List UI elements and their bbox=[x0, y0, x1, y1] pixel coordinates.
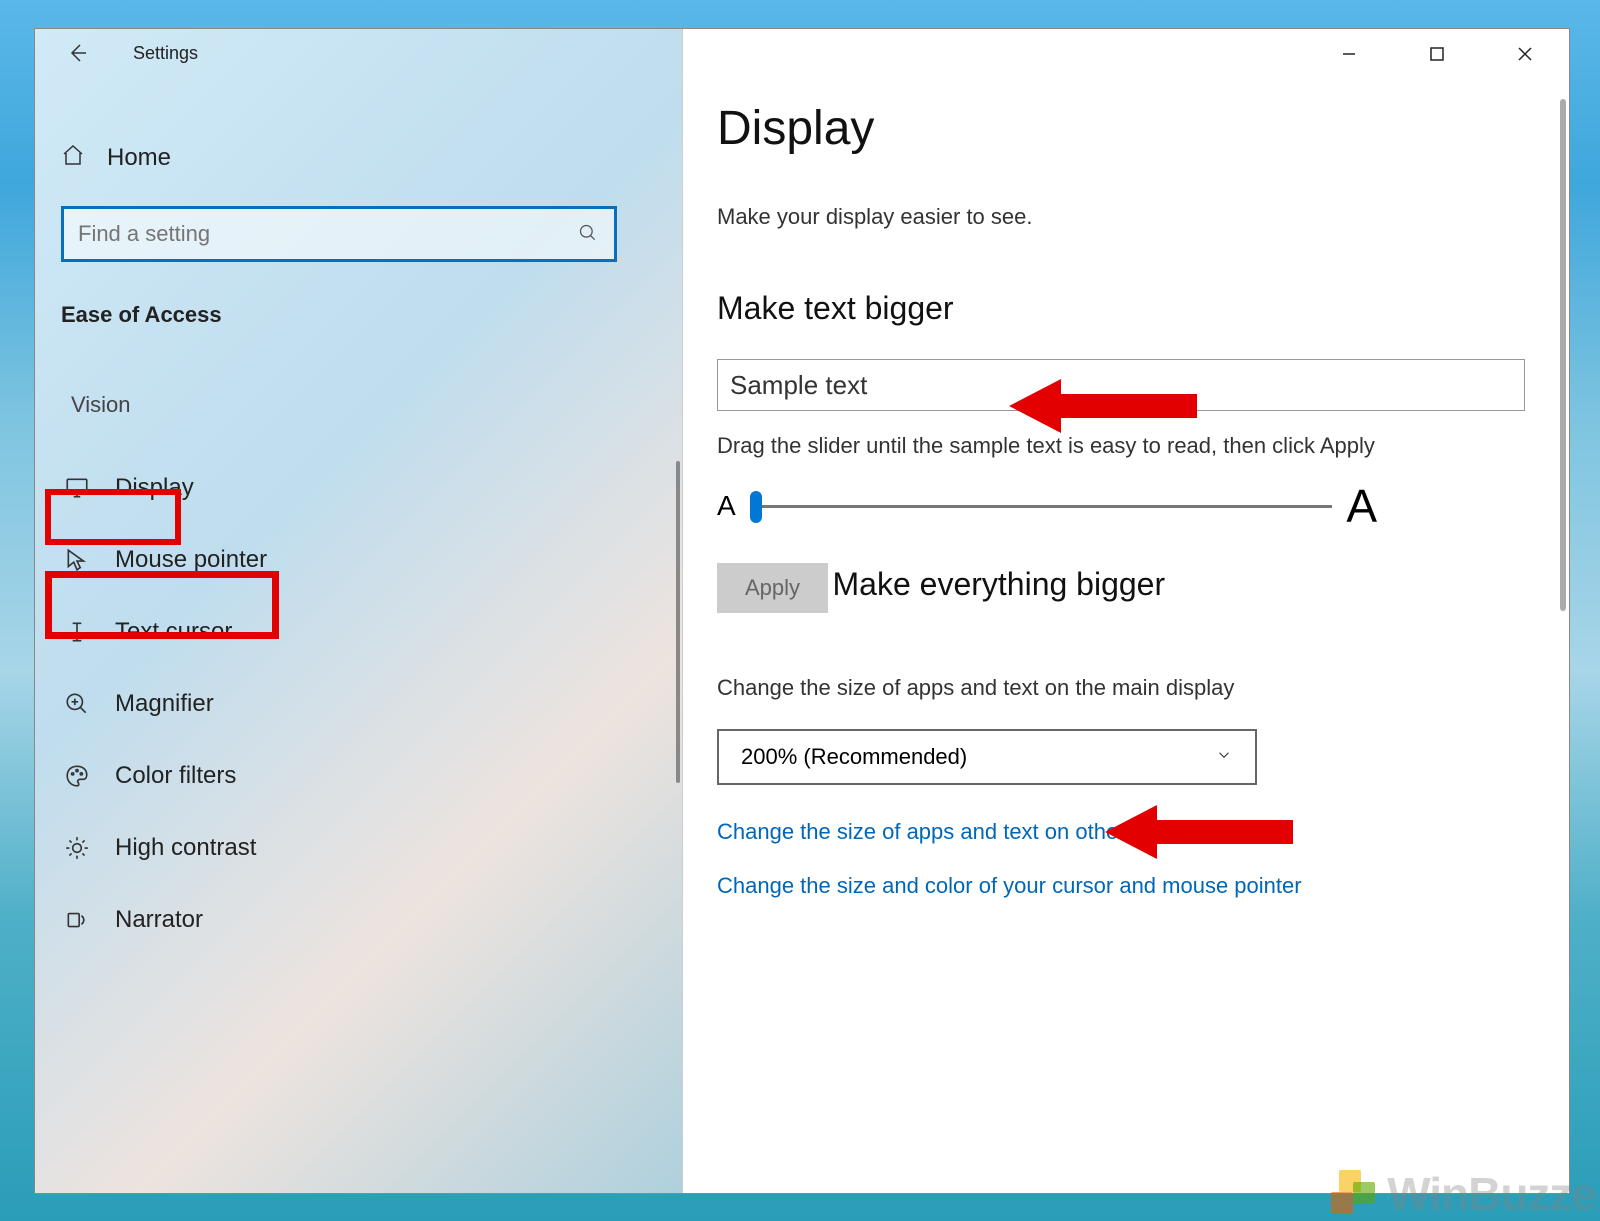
main-scrollbar[interactable] bbox=[1560, 99, 1566, 611]
scale-description: Change the size of apps and text on the … bbox=[717, 675, 1569, 701]
sample-text-preview: Sample text bbox=[717, 359, 1525, 411]
search-icon bbox=[578, 223, 600, 245]
sidebar-item-text-cursor[interactable]: Text cursor bbox=[35, 596, 682, 668]
slider-label-big-a: A bbox=[1346, 479, 1377, 533]
sidebar-item-high-contrast[interactable]: High contrast bbox=[35, 812, 682, 884]
page-title: Display bbox=[717, 101, 1569, 156]
narrator-icon bbox=[61, 907, 93, 933]
home-icon bbox=[61, 143, 87, 172]
text-size-slider[interactable] bbox=[750, 505, 1333, 508]
apply-button[interactable]: Apply bbox=[717, 563, 828, 613]
sidebar-item-magnifier[interactable]: Magnifier bbox=[35, 668, 682, 740]
display-scale-dropdown[interactable]: 200% (Recommended) bbox=[717, 729, 1257, 785]
link-cursor-pointer[interactable]: Change the size and color of your cursor… bbox=[717, 873, 1569, 899]
watermark: WinBuzze bbox=[1327, 1167, 1596, 1221]
sidebar-item-narrator[interactable]: Narrator bbox=[35, 884, 682, 956]
sidebar-item-label: Mouse pointer bbox=[115, 546, 267, 574]
slider-thumb[interactable] bbox=[750, 491, 762, 523]
link-other-displays[interactable]: Change the size of apps and text on othe… bbox=[717, 819, 1569, 845]
sidebar-item-label: High contrast bbox=[115, 834, 256, 862]
sidebar-item-label: Magnifier bbox=[115, 690, 214, 718]
monitor-icon bbox=[61, 475, 93, 501]
sidebar-section-title: Ease of Access bbox=[61, 302, 682, 328]
text-size-slider-row: A A bbox=[717, 479, 1377, 533]
search-input[interactable] bbox=[78, 221, 578, 247]
sidebar-item-mouse-pointer[interactable]: Mouse pointer bbox=[35, 524, 682, 596]
maximize-icon bbox=[1429, 46, 1445, 62]
close-icon bbox=[1517, 46, 1533, 62]
palette-icon bbox=[61, 763, 93, 789]
maximize-button[interactable] bbox=[1393, 29, 1481, 79]
magnifier-icon bbox=[61, 691, 93, 717]
watermark-text: WinBuzze bbox=[1387, 1167, 1596, 1221]
sidebar-scrollbar[interactable] bbox=[676, 461, 680, 783]
sidebar-item-label: Display bbox=[115, 474, 194, 502]
settings-window: Settings Home Ease of Access Vision Disp… bbox=[34, 28, 1570, 1194]
sidebar: Settings Home Ease of Access Vision Disp… bbox=[35, 29, 683, 1193]
main-panel: Display Make your display easier to see.… bbox=[683, 29, 1569, 1193]
slider-label-small-a: A bbox=[717, 490, 736, 522]
main-content: Display Make your display easier to see.… bbox=[683, 29, 1569, 899]
search-box[interactable] bbox=[61, 206, 617, 262]
text-cursor-icon bbox=[61, 619, 93, 645]
minimize-icon bbox=[1341, 46, 1357, 62]
dropdown-selected-value: 200% (Recommended) bbox=[741, 744, 967, 770]
sidebar-home-label: Home bbox=[107, 144, 171, 172]
brightness-icon bbox=[61, 835, 93, 861]
back-button[interactable] bbox=[61, 36, 95, 70]
sidebar-item-display[interactable]: Display bbox=[35, 452, 682, 524]
minimize-button[interactable] bbox=[1305, 29, 1393, 79]
sidebar-item-label: Narrator bbox=[115, 906, 203, 934]
sidebar-item-label: Text cursor bbox=[115, 618, 232, 646]
search-wrap bbox=[61, 206, 617, 262]
app-title: Settings bbox=[133, 43, 198, 64]
close-button[interactable] bbox=[1481, 29, 1569, 79]
arrow-left-icon bbox=[66, 41, 90, 65]
sidebar-item-label: Color filters bbox=[115, 762, 236, 790]
sidebar-nav-list: Display Mouse pointer Text cursor Magnif… bbox=[35, 452, 682, 956]
chevron-down-icon bbox=[1215, 744, 1233, 770]
section-make-text-bigger: Make text bigger bbox=[717, 290, 954, 327]
sidebar-home[interactable]: Home bbox=[35, 127, 682, 188]
titlebar-left: Settings bbox=[35, 29, 682, 77]
slider-hint: Drag the slider until the sample text is… bbox=[717, 433, 1569, 459]
window-controls bbox=[1305, 29, 1569, 79]
watermark-logo-icon bbox=[1327, 1170, 1379, 1218]
page-subtitle: Make your display easier to see. bbox=[717, 204, 1569, 230]
cursor-icon bbox=[61, 547, 93, 573]
section-make-everything-bigger: Make everything bigger bbox=[833, 566, 1166, 603]
sidebar-subcategory-vision[interactable]: Vision bbox=[61, 386, 141, 424]
sidebar-item-color-filters[interactable]: Color filters bbox=[35, 740, 682, 812]
